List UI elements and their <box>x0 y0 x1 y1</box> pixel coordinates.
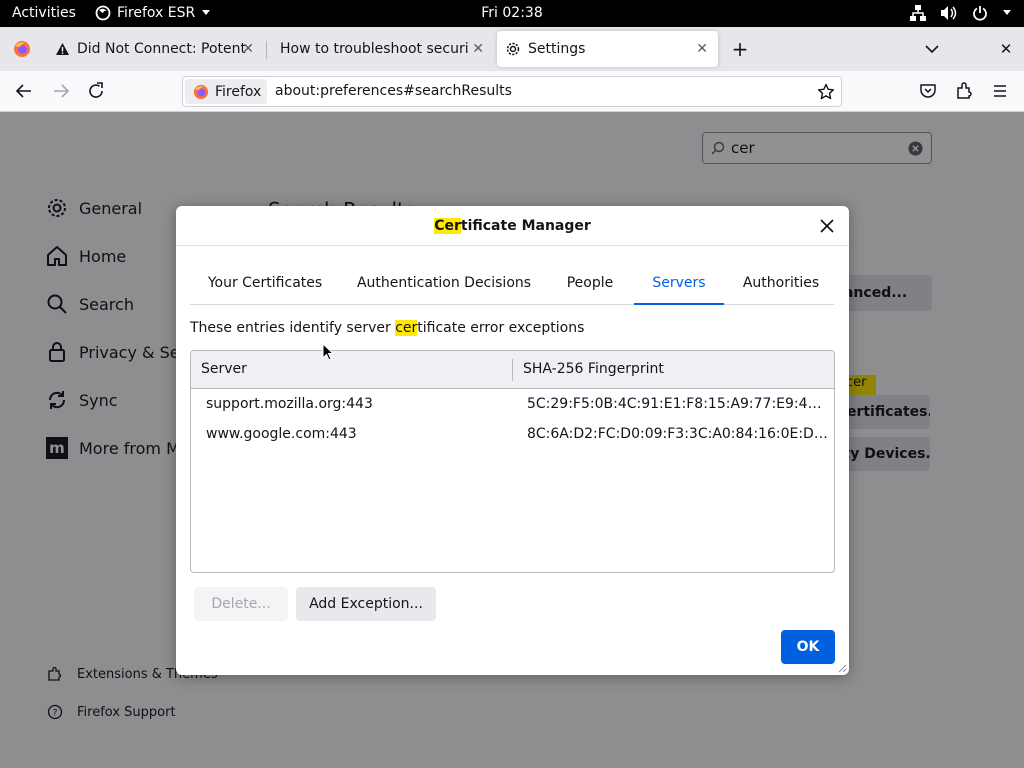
warning-icon <box>56 43 69 55</box>
ok-button[interactable]: OK <box>781 630 835 664</box>
tab-authorities[interactable]: Authorities <box>734 265 828 305</box>
activities-button[interactable]: Activities <box>12 5 76 21</box>
description-text: tificate error exceptions <box>417 320 585 336</box>
add-exception-button[interactable]: Add Exception... <box>296 587 436 621</box>
table-row[interactable]: support.mozilla.org:443 5C:29:F5:0B:4C:9… <box>191 390 834 420</box>
tab-troubleshoot[interactable]: How to troubleshoot security ✕ <box>268 31 494 67</box>
plus-icon: + <box>731 37 749 61</box>
servers-description: These entries identify server certificat… <box>190 320 584 336</box>
chevron-down-icon <box>925 45 939 54</box>
fingerprint-cell: 5C:29:F5:0B:4C:91:E1:F8:15:A9:77:E9:4D:7… <box>527 396 830 412</box>
url-text[interactable]: about:preferences#searchResults <box>275 83 512 99</box>
firefox-view-button[interactable] <box>4 31 40 67</box>
tab-close-button[interactable]: ✕ <box>472 41 484 57</box>
description-highlight: cer <box>395 320 418 336</box>
tab-strip: Did Not Connect: Potentia ✕ How to troub… <box>0 27 1024 71</box>
dialog-title: Certificate Manager <box>176 206 849 246</box>
network-icon <box>910 5 926 21</box>
identity-box[interactable]: Firefox <box>185 79 267 104</box>
tab-did-not-connect[interactable]: Did Not Connect: Potentia ✕ <box>46 31 264 67</box>
app-menu[interactable]: Firefox ESR <box>95 5 211 21</box>
tab-separator <box>266 41 267 59</box>
tab-title: Did Not Connect: Potentia <box>77 41 245 57</box>
close-icon: ✕ <box>999 40 1013 58</box>
firefox-app-icon <box>95 5 111 21</box>
tab-authentication-decisions[interactable]: Authentication Decisions <box>350 265 538 305</box>
identity-label: Firefox <box>215 83 262 100</box>
system-menu[interactable] <box>910 4 1012 22</box>
reload-button[interactable] <box>86 81 106 101</box>
gnome-top-bar: Activities Firefox ESR Fri 02:38 <box>0 0 1024 27</box>
gear-icon <box>506 42 520 56</box>
column-divider[interactable] <box>512 359 513 381</box>
chevron-down-icon <box>1003 10 1011 15</box>
bookmark-star-icon[interactable] <box>817 83 835 101</box>
server-exceptions-list[interactable]: Server SHA-256 Fingerprint support.mozil… <box>190 350 835 573</box>
server-cell: support.mozilla.org:443 <box>206 396 373 412</box>
back-button[interactable] <box>14 81 34 101</box>
volume-icon <box>941 6 957 20</box>
clock[interactable]: Fri 02:38 <box>481 5 542 21</box>
title-highlight: Cer <box>434 218 461 234</box>
tab-your-certificates[interactable]: Your Certificates <box>190 265 340 305</box>
chevron-down-icon <box>202 10 211 15</box>
navigation-toolbar: Firefox about:preferences#searchResults <box>0 71 1024 112</box>
certificate-manager-dialog: Certificate Manager Your Certificates Au… <box>176 206 849 675</box>
tab-settings[interactable]: Settings ✕ <box>497 31 718 67</box>
certificate-tabs: Your Certificates Authentication Decisio… <box>190 265 834 305</box>
fingerprint-cell: 8C:6A:D2:FC:D0:09:F3:3C:A0:84:16:0E:D4:.… <box>527 426 830 442</box>
title-rest: tificate Manager <box>460 218 591 234</box>
firefox-logo-icon <box>14 41 30 57</box>
mouse-cursor-icon <box>322 343 335 361</box>
tab-people[interactable]: People <box>548 265 632 305</box>
screen: Activities Firefox ESR Fri 02:38 Did Not… <box>0 0 1024 768</box>
tab-servers[interactable]: Servers <box>634 265 724 305</box>
tab-close-button[interactable]: ✕ <box>242 41 254 57</box>
pocket-button[interactable] <box>918 81 938 101</box>
tab-title: How to troubleshoot security <box>280 41 468 57</box>
column-header-server[interactable]: Server <box>201 361 247 377</box>
list-all-tabs-button[interactable] <box>920 31 944 67</box>
extensions-button[interactable] <box>954 81 974 101</box>
list-header: Server SHA-256 Fingerprint <box>191 351 834 389</box>
dialog-close-button[interactable] <box>817 216 837 236</box>
description-text: These entries identify server <box>190 320 396 336</box>
url-bar[interactable]: Firefox about:preferences#searchResults <box>182 76 842 107</box>
delete-button[interactable]: Delete... <box>194 587 288 621</box>
window-close-button[interactable]: ✕ <box>994 31 1018 67</box>
resize-grip-icon[interactable] <box>837 663 847 673</box>
server-cell: www.google.com:443 <box>206 426 357 442</box>
tab-close-button[interactable]: ✕ <box>696 41 708 57</box>
tab-title: Settings <box>528 41 586 57</box>
power-icon <box>973 6 987 21</box>
firefox-logo-icon <box>193 84 209 99</box>
app-menu-label: Firefox ESR <box>117 5 196 21</box>
new-tab-button[interactable]: + <box>728 31 752 67</box>
table-row[interactable]: www.google.com:443 8C:6A:D2:FC:D0:09:F3:… <box>191 420 834 450</box>
forward-button[interactable] <box>51 81 71 101</box>
menu-button[interactable] <box>990 81 1010 101</box>
column-header-fingerprint[interactable]: SHA-256 Fingerprint <box>523 361 664 377</box>
